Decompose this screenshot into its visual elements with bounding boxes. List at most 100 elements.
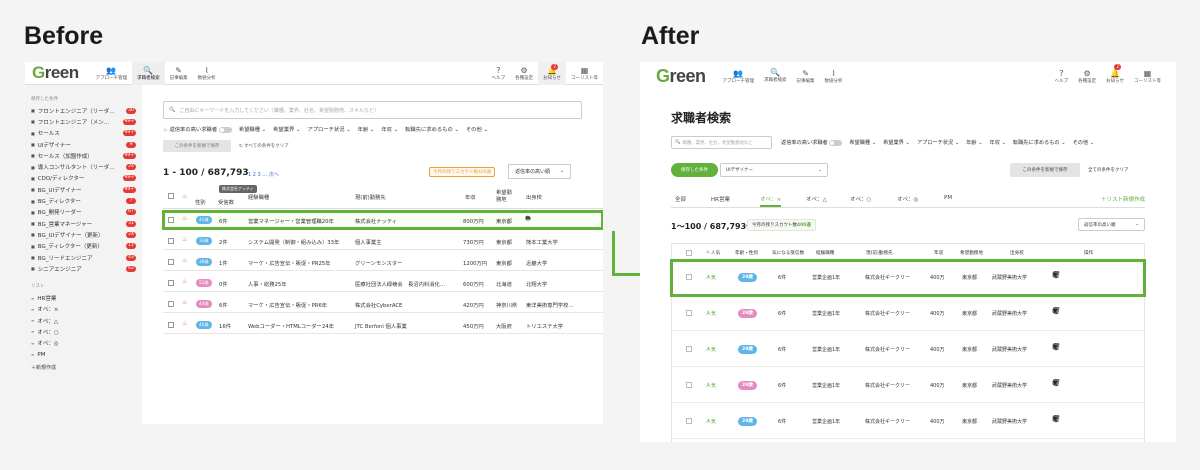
nav-help[interactable]: ? ヘルプ xyxy=(487,62,511,85)
nav-corporate[interactable]: ▦ コーリスト等 xyxy=(566,62,603,85)
saved-condition-item[interactable]: ■ フロントエンジニア（リーダ… 30 xyxy=(25,105,142,116)
row-checkbox[interactable] xyxy=(168,322,174,328)
reply-rate-toggle[interactable]: ♨ 返信率の高い求職者 xyxy=(163,125,232,133)
tab-pm[interactable]: PM xyxy=(944,195,952,201)
sort-select[interactable]: 返信率の高い順 ⌄ xyxy=(508,164,572,179)
list-item[interactable]: ≡ オペ：△ xyxy=(25,315,142,326)
trash-icon[interactable]: 🗑 xyxy=(1052,379,1067,387)
table-row[interactable]: ♨ 41歳 6件 営業マネージャー・営業管理職20年 株式会社ナッティ 800万円 東京都 ➤… xyxy=(162,210,603,230)
save-condition-button[interactable]: この条件を新規で保存 xyxy=(163,140,231,152)
tab-ope-x[interactable]: オペ：× xyxy=(760,195,782,207)
row-checkbox[interactable] xyxy=(168,259,174,265)
keyword-search-input[interactable]: 🔍 職種、業界、社名、希望勤務地など xyxy=(671,136,772,149)
filter-approach[interactable]: アプローチ状況 ⌄ xyxy=(307,125,350,133)
filter-wants[interactable]: 転職先に求めるもの ⌄ xyxy=(1013,139,1066,146)
row-checkbox[interactable] xyxy=(168,238,174,244)
filter-wants[interactable]: 転職先に求めるもの ⌄ xyxy=(405,125,459,133)
table-row[interactable]: ♨ 人気 29歳 6件 営業企画1年 株式会社ギークリー 400万 東京都 武蔵野美術大学 ➤ ♡ ≡… xyxy=(672,333,1144,367)
table-row[interactable]: ♨ 38歳 1件 マーケ・広告宣伝・販促・PR25年 グリーンモンスター 1200万円 東京… xyxy=(163,253,603,271)
filter-job[interactable]: 希望職種 ⌄ xyxy=(239,125,266,133)
row-checkbox[interactable] xyxy=(686,310,692,316)
nav-approach[interactable]: 👥 アプローチ管理 xyxy=(91,62,133,85)
tab-all[interactable]: 全部 xyxy=(675,195,686,203)
nav-notifications[interactable]: 🔔 お知らせ 2 xyxy=(538,62,566,85)
filter-industry[interactable]: 希望業界 ⌄ xyxy=(883,139,910,146)
saved-condition-item[interactable]: ■ BG_営業マネージャー 31 xyxy=(25,218,142,229)
tab-hr[interactable]: HR営業 xyxy=(711,195,730,203)
nav-analytics[interactable]: ⌇ 数値分析 xyxy=(193,62,221,85)
saved-condition-item[interactable]: ■ BG_ディレクター（更新） 11 xyxy=(25,241,142,252)
clear-conditions-link[interactable]: ↻ すべての条件をクリア xyxy=(239,143,289,149)
table-row[interactable]: ♨ 人気 29歳 6件 営業企画1年 株式会社ギークリー 400万 東京都 武蔵野美術大学 ➤ ♡ ≡… xyxy=(672,405,1144,439)
filter-other[interactable]: その他 ⌄ xyxy=(466,125,488,133)
toggle-switch[interactable] xyxy=(218,126,232,133)
saved-condition-item[interactable]: ■ セールス（加盟作成） 99+ xyxy=(25,150,142,161)
saved-condition-item[interactable]: ■ BG_ディレクター 7 xyxy=(25,195,142,206)
list-item[interactable]: ≡ オペ：◎ xyxy=(25,338,142,349)
saved-condition-item[interactable]: ■ BG_UIデザイナー 99+ xyxy=(25,184,142,195)
add-list-link[interactable]: ＋リスト新規作成 xyxy=(1101,195,1145,203)
row-checkbox[interactable] xyxy=(686,274,692,280)
tab-ope-double[interactable]: オペ：◎ xyxy=(897,195,918,203)
filter-other[interactable]: その他 ⌄ xyxy=(1073,139,1095,146)
select-all-checkbox[interactable] xyxy=(168,193,174,199)
select-all-checkbox[interactable] xyxy=(686,250,692,256)
saved-condition-item[interactable]: ■ セールス 99+ xyxy=(25,128,142,139)
sort-select[interactable]: 返信率の高い順 ⌄ xyxy=(1078,218,1145,231)
saved-condition-item[interactable]: ■ CDO/ディレクター 99+ xyxy=(25,173,142,184)
row-checkbox[interactable] xyxy=(168,301,174,307)
keyword-search-input[interactable]: 🔍 ご自由にキーワードを入力してください（職種、業界、社名、希望勤務地、スキルなど… xyxy=(163,101,582,119)
saved-condition-item[interactable]: ■ BG_リードエンジニア 43 xyxy=(25,252,142,263)
saved-condition-item[interactable]: ■ BG_UIデザイナー（更新） 24 xyxy=(25,229,142,240)
hide-icon[interactable]: ◎ xyxy=(525,214,534,222)
trash-icon[interactable]: 🗑 xyxy=(1052,415,1067,423)
trash-icon[interactable]: 🗑 xyxy=(1052,343,1067,351)
nav-search[interactable]: 🔍 求職者検索 xyxy=(132,62,165,85)
filter-salary[interactable]: 年収 ⌄ xyxy=(990,139,1006,146)
trash-icon[interactable]: 🗑 xyxy=(1052,307,1067,315)
filter-industry[interactable]: 希望業界 ⌄ xyxy=(273,125,300,133)
trash-icon[interactable]: 🗑 xyxy=(1052,271,1067,279)
row-checkbox[interactable] xyxy=(686,346,692,352)
nav-articles[interactable]: ✎ 記事編集 xyxy=(165,62,193,85)
filter-age[interactable]: 年齢 ⌄ xyxy=(358,125,375,133)
filter-age[interactable]: 年齢 ⌄ xyxy=(966,139,982,146)
reply-rate-toggle[interactable]: 返信率の高い求職者 xyxy=(781,139,843,146)
table-row[interactable]: ♨ 33歳 2件 システム開発（制御・組み込み）33年 個人事業主 730万円 東京都 熊本工… xyxy=(163,232,603,250)
search-icon: 🔍 xyxy=(143,65,154,75)
tab-ope-triangle[interactable]: オペ：△ xyxy=(806,195,827,203)
filter-job[interactable]: 希望職種 ⌄ xyxy=(849,139,876,146)
add-list-link[interactable]: ＋新規作成 xyxy=(25,360,142,375)
table-row[interactable]: ♨ 人気 29歳 6件 営業企画1年 株式会社ギークリー 400万 東京都 武蔵野美術大学 ➤ ♡ ≡… xyxy=(672,369,1144,403)
saved-condition-item[interactable]: ■ UIデザイナー 9 xyxy=(25,139,142,150)
saved-condition-item[interactable]: ■ BG_開発リーダー 67 xyxy=(25,207,142,218)
nav-settings[interactable]: ⚙ 各種設定 xyxy=(510,62,538,85)
tab-ope-circle[interactable]: オペ：○ xyxy=(850,195,871,203)
clear-conditions-link[interactable]: 全ての条件をクリア xyxy=(1088,167,1129,173)
pagination[interactable]: 1 2 3 … 次へ xyxy=(248,171,279,178)
list-item[interactable]: ≡ PM xyxy=(25,349,142,360)
table-row[interactable]: ♨ 人気 29歳 6件 営業企画1年 株式会社ギークリー 400万 東京都 武蔵野美術大学 ➤ ♡ ≡… xyxy=(670,259,1146,297)
table-row[interactable]: ♨ 46歳 16件 Webコーダー・HTMLコーダー24年 JTC Berfoni 個人… xyxy=(163,316,603,334)
table-row[interactable]: ♨ 52歳 0件 人事・総務25年 医療社団法人緑稜会 長沼内科消化… 600万円 北海道北… xyxy=(163,274,603,292)
list-item[interactable]: ≡ HR営業 xyxy=(25,292,142,303)
row-checkbox[interactable] xyxy=(168,217,174,223)
list-item[interactable]: ≡ オペ：× xyxy=(25,304,142,315)
row-checkbox[interactable] xyxy=(168,280,174,286)
saved-condition-item[interactable]: ■ 導入コンサルタント（リーダ… 24 xyxy=(25,161,142,172)
saved-condition-item[interactable]: ■ フロントエンジニア（メン… 99+ xyxy=(25,116,142,127)
toggle-switch[interactable] xyxy=(829,139,843,146)
row-checkbox[interactable] xyxy=(686,382,692,388)
saved-condition-item[interactable]: ■ シニアエンジニア 62 xyxy=(25,263,142,274)
row-checkbox[interactable] xyxy=(686,418,692,424)
filter-approach[interactable]: アプローチ状況 ⌄ xyxy=(917,139,959,146)
saved-conditions-button[interactable]: 保存した条件 xyxy=(671,163,718,177)
green-logo[interactable]: Green xyxy=(656,66,706,87)
green-logo[interactable]: Green xyxy=(32,63,79,83)
saved-condition-select[interactable]: UIデザイナー ⌄ xyxy=(720,163,828,177)
filter-salary[interactable]: 年収 ⌄ xyxy=(381,125,398,133)
table-row[interactable]: ♨ 人気 29歳 6件 営業企画1年 株式会社ギークリー 400万 東京都 武蔵野美術大学 ➤ ♡ ≡… xyxy=(672,297,1144,331)
save-condition-button[interactable]: この条件を新規で保存 xyxy=(1010,163,1080,177)
list-item[interactable]: ≡ オペ：○ xyxy=(25,326,142,337)
table-row[interactable]: ♨ 44歳 6件 マーケ・広告宣伝・販促・PR6年 株式会社CyberACE 420万円神… xyxy=(163,295,603,313)
